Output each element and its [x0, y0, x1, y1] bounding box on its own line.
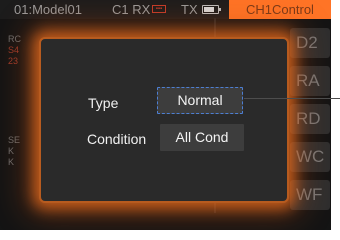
receiver-label: C1 RX [112, 2, 151, 17]
background-button-wc[interactable]: WC [290, 142, 330, 172]
type-label: Type [88, 95, 119, 111]
channel-title: CH1Control [229, 0, 331, 19]
device-screen: 01:Model01 C1 RX ▪▪▪ TX CH1Control RC S4… [0, 0, 331, 230]
rx-signal-icon: ▪▪▪ [152, 5, 166, 13]
background-button-rd[interactable]: RD [290, 104, 330, 134]
background-side-panel: RC S4 23 SE K K [8, 34, 21, 167]
background-button-d2[interactable]: D2 [290, 28, 330, 58]
model-name: 01:Model01 [14, 2, 82, 17]
type-dialog: Type Normal Condition All Cond [39, 37, 289, 203]
type-select[interactable]: Normal [157, 87, 243, 114]
condition-label: Condition [87, 131, 147, 147]
background-button-wf[interactable]: WF [290, 180, 330, 210]
transmitter-label: TX [181, 2, 198, 17]
callout-line [244, 98, 340, 99]
background-button-ra[interactable]: RA [290, 66, 330, 96]
condition-select[interactable]: All Cond [160, 124, 244, 151]
status-bar: 01:Model01 C1 RX ▪▪▪ TX CH1Control [0, 0, 331, 19]
battery-icon [202, 5, 221, 14]
